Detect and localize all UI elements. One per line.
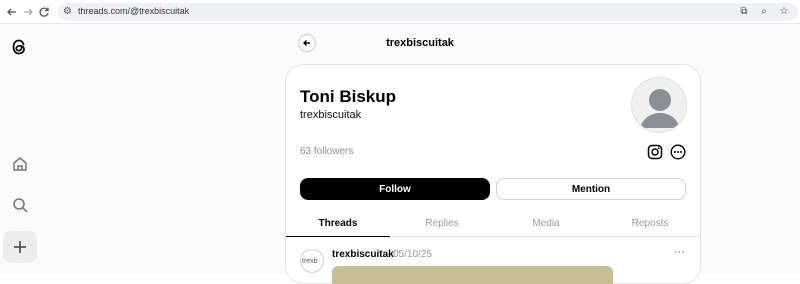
site-settings-icon[interactable]: ⚙ — [63, 6, 72, 17]
bookmark-star-icon[interactable]: ☆ — [778, 6, 790, 17]
profile-tabs: Threads Replies Media Reposts — [286, 211, 702, 237]
home-icon[interactable] — [3, 148, 37, 180]
install-icon[interactable]: ⧉ — [738, 6, 750, 17]
search-icon[interactable] — [3, 189, 37, 221]
followers-count[interactable]: 63 followers — [300, 146, 353, 157]
back-arrow-icon[interactable] — [4, 4, 20, 20]
create-plus-icon[interactable] — [3, 231, 37, 263]
back-button[interactable] — [298, 34, 316, 52]
profile-name: Toni Biskup — [300, 87, 397, 106]
mention-button[interactable]: Mention — [496, 178, 686, 200]
profile-handle: trexbiscuitak — [300, 109, 362, 121]
post-avatar[interactable]: trexb — [300, 249, 324, 273]
profile-card: Toni Biskup trexbiscuitak 63 followers F… — [285, 64, 702, 284]
main-content: trexbiscuitak Toni Biskup trexbiscuitak … — [40, 24, 800, 284]
threads-logo-icon[interactable] — [8, 36, 30, 58]
forward-arrow-icon[interactable] — [20, 4, 36, 20]
instagram-icon[interactable] — [647, 144, 663, 160]
tab-replies[interactable]: Replies — [390, 211, 494, 236]
tab-reposts[interactable]: Reposts — [598, 211, 702, 236]
browser-toolbar: ⚙ threads.com/@trexbiscuitak ⧉ ⌕ ☆ — [0, 0, 800, 24]
tab-media[interactable]: Media — [494, 211, 598, 236]
post-username[interactable]: trexbiscuitak — [332, 249, 394, 260]
post-media-image[interactable] — [332, 266, 613, 284]
page-title: trexbiscuitak — [386, 37, 454, 49]
address-bar[interactable]: ⚙ threads.com/@trexbiscuitak ⧉ ⌕ ☆ — [58, 3, 798, 21]
tab-threads[interactable]: Threads — [286, 211, 390, 237]
follow-button[interactable]: Follow — [300, 178, 490, 200]
zoom-icon[interactable]: ⌕ — [758, 6, 770, 17]
left-nav-rail — [0, 24, 40, 274]
address-url[interactable]: threads.com/@trexbiscuitak — [78, 6, 189, 16]
profile-avatar[interactable] — [631, 77, 687, 133]
post-date[interactable]: 05/10/25 — [393, 249, 432, 260]
more-options-icon[interactable] — [670, 144, 686, 160]
reload-icon[interactable] — [36, 4, 52, 20]
post-more-icon[interactable]: ··· — [674, 246, 685, 258]
